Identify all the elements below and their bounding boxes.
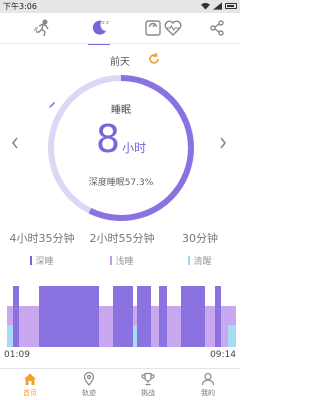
sleep-hours: 8 小时 — [46, 117, 196, 161]
stat-deep-label: 深睡 — [35, 257, 54, 267]
status-time: 下午3:06 — [3, 2, 37, 11]
deep-sleep-percentage: 深度睡眠57.3% — [88, 178, 154, 188]
bottom-nav-home[interactable]: 首页 — [10, 372, 50, 398]
status-icons — [201, 2, 237, 10]
refresh-icon[interactable] — [147, 52, 161, 66]
edit-icon[interactable] — [48, 101, 56, 109]
date-row: 前天 — [0, 52, 240, 68]
deep-sleep-segment — [215, 286, 221, 347]
deep-sleep-segment — [159, 286, 167, 347]
bottom-nav-challenge[interactable]: 挑战 — [128, 372, 168, 398]
stat-awake-legend: 清醒 — [160, 254, 240, 267]
deep-sleep-segment — [181, 286, 205, 347]
battery-icon — [225, 3, 237, 9]
sleep-ring: 睡眠 8 小时 深度睡眠57.3% — [46, 73, 196, 223]
location-pin-icon — [83, 372, 95, 386]
awake-segment — [228, 325, 236, 347]
sleep-hours-value: 8 — [95, 117, 121, 161]
stat-awake-value: 30分钟 — [182, 232, 218, 245]
deep-legend-swatch — [30, 256, 33, 265]
timeline-end-time: 09:14 — [210, 350, 236, 360]
deep-sleep-segment — [39, 286, 99, 347]
deep-sleep-segment — [13, 286, 19, 347]
bottom-nav-profile[interactable]: 我的 — [188, 372, 228, 398]
bottom-nav-track-label: 轨迹 — [82, 389, 96, 397]
sleep-title: 睡眠 — [46, 101, 196, 116]
sleep-timeline — [5, 280, 236, 347]
running-icon[interactable] — [30, 15, 56, 41]
sleep-stats: 4小时35分钟 深睡 2小时55分钟 浅睡 30分钟 清醒 — [0, 230, 240, 270]
stat-light-label: 浅睡 — [115, 257, 134, 267]
signal-icon — [213, 2, 222, 10]
previous-day-arrow[interactable] — [10, 136, 20, 150]
timeline-start-time: 01:09 — [4, 350, 30, 360]
bottom-nav-home-label: 首页 — [23, 389, 37, 397]
heart-rate-icon[interactable] — [160, 15, 186, 41]
svg-text:z z: z z — [102, 20, 109, 26]
bottom-nav: 首页 轨迹 挑战 我的 — [0, 368, 240, 400]
stat-light-value: 2小时55分钟 — [89, 232, 155, 245]
bottom-nav-track[interactable]: 轨迹 — [69, 372, 109, 398]
light-legend-swatch — [110, 256, 113, 265]
awake-legend-swatch — [188, 256, 191, 265]
stat-light: 2小时55分钟 浅睡 — [82, 230, 162, 267]
next-day-arrow[interactable] — [218, 136, 228, 150]
stat-awake-label: 清醒 — [193, 257, 212, 267]
awake-segment — [133, 325, 137, 347]
bottom-nav-challenge-label: 挑战 — [141, 389, 155, 397]
stat-deep-value: 4小时35分钟 — [9, 232, 75, 245]
sleep-timeline-graphic — [7, 286, 236, 347]
date-label: 前天 — [110, 57, 130, 68]
user-icon — [201, 372, 215, 386]
top-divider — [0, 43, 240, 44]
share-icon[interactable] — [204, 15, 230, 41]
bottom-nav-profile-label: 我的 — [201, 389, 215, 397]
stat-deep-legend: 深睡 — [2, 254, 82, 267]
wifi-icon — [201, 2, 210, 10]
stat-light-legend: 浅睡 — [82, 254, 162, 267]
deep-sleep-segment — [113, 286, 133, 347]
status-bar: 下午3:06 — [0, 0, 240, 13]
top-nav: z z — [0, 13, 240, 45]
stat-deep: 4小时35分钟 深睡 — [2, 230, 82, 267]
trophy-icon — [141, 372, 155, 386]
sleep-hours-unit: 小时 — [122, 141, 147, 155]
awake-segment — [7, 325, 13, 347]
deep-sleep-segment — [137, 286, 151, 347]
home-icon — [24, 373, 36, 385]
sleep-title-text: 睡眠 — [111, 105, 131, 116]
moon-sleep-icon[interactable]: z z — [86, 15, 112, 41]
stat-awake: 30分钟 清醒 — [160, 230, 240, 267]
